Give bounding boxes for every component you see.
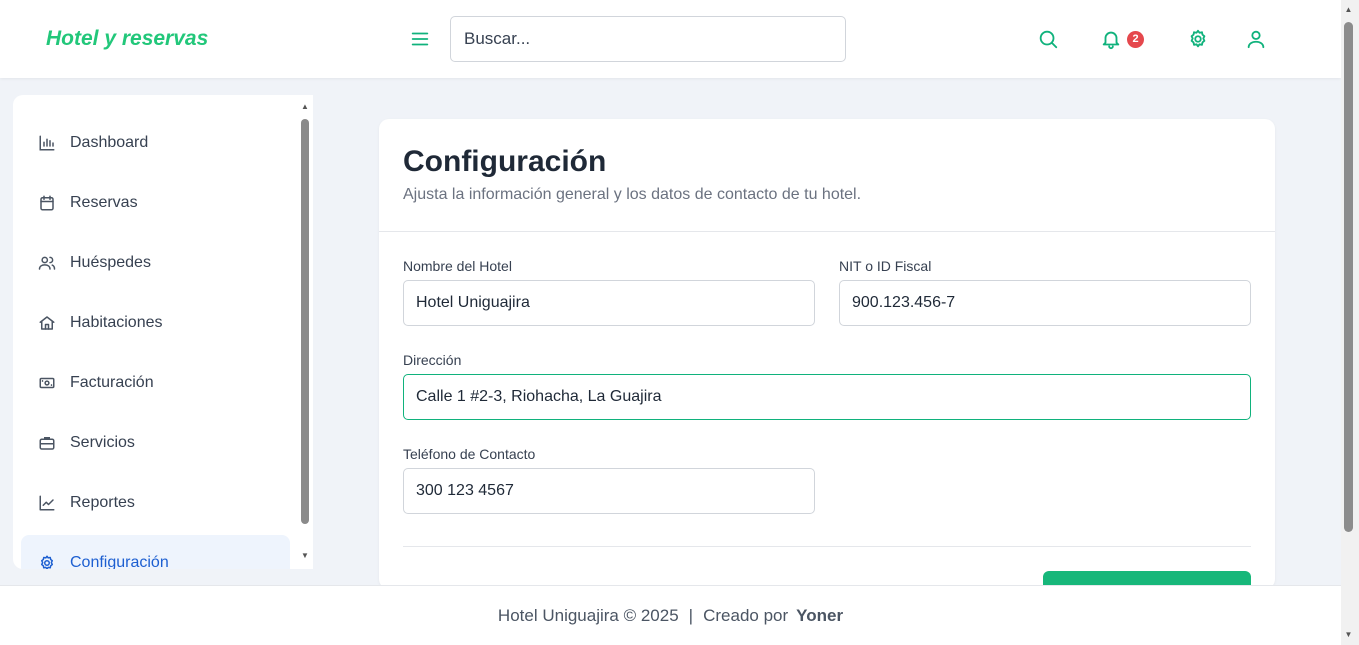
sidebar-item-servicios[interactable]: Servicios <box>21 418 290 468</box>
divider <box>379 231 1275 232</box>
calendar-icon <box>38 194 56 212</box>
hotel-name-label: Nombre del Hotel <box>403 258 512 274</box>
sidebar-item-label: Huéspedes <box>70 254 151 271</box>
users-icon <box>38 254 56 272</box>
sidebar-item-huespedes[interactable]: Huéspedes <box>21 238 290 288</box>
tax-id-field[interactable] <box>839 280 1251 326</box>
brand-logo[interactable]: Hotel y reservas <box>46 27 208 51</box>
sidebar-item-habitaciones[interactable]: Habitaciones <box>21 298 290 348</box>
divider <box>403 546 1251 547</box>
sidebar-item-reportes[interactable]: Reportes <box>21 478 290 528</box>
footer-separator: | <box>688 605 694 625</box>
footer-copyright: Hotel Uniguajira © 2025 <box>497 605 679 625</box>
sidebar-item-label: Servicios <box>70 434 135 451</box>
sidebar-item-label: Dashboard <box>70 134 149 151</box>
menu-icon[interactable] <box>409 28 431 50</box>
sidebar-item-configuracion[interactable]: Configuración <box>21 535 290 569</box>
notification-badge: 2 <box>1127 31 1144 48</box>
sidebar-item-dashboard[interactable]: Dashboard <box>21 118 290 168</box>
top-navbar: Hotel y reservas 2 <box>0 0 1341 78</box>
sidebar-item-reservas[interactable]: Reservas <box>21 178 290 228</box>
home-icon <box>38 314 56 332</box>
briefcase-icon <box>38 434 56 452</box>
search-icon[interactable] <box>1037 28 1059 50</box>
page-subtitle: Ajusta la información general y los dato… <box>403 186 862 203</box>
sidebar-scrollbar-thumb[interactable] <box>301 119 309 524</box>
sidebar-item-label: Habitaciones <box>70 314 163 331</box>
trend-icon <box>38 494 56 512</box>
sidebar-item-label: Facturación <box>70 374 154 391</box>
page-scrollbar[interactable]: ▲ ▼ <box>1341 0 1359 645</box>
sidebar-item-label: Reservas <box>70 194 138 211</box>
phone-field[interactable] <box>403 468 815 514</box>
gear-icon <box>38 554 56 569</box>
hotel-name-field[interactable] <box>403 280 815 326</box>
sidebar-item-facturacion[interactable]: Facturación <box>21 358 290 408</box>
gear-icon[interactable] <box>1187 28 1209 50</box>
settings-card: Configuración Ajusta la información gene… <box>379 119 1275 589</box>
page-scroll-up[interactable]: ▲ <box>1344 6 1353 14</box>
page-scroll-down[interactable]: ▼ <box>1344 631 1353 639</box>
sidebar-item-label: Reportes <box>70 494 135 511</box>
search-input[interactable] <box>450 16 846 62</box>
sidebar-item-label: Configuración <box>70 554 169 569</box>
sidebar-scroll-down[interactable]: ▼ <box>301 552 309 560</box>
footer: Hotel Uniguajira © 2025 | Creado por Yon… <box>0 585 1341 645</box>
page-title: Configuración <box>403 145 607 178</box>
footer-created-by: Creado por <box>703 605 789 625</box>
tax-id-label: NIT o ID Fiscal <box>839 258 932 274</box>
user-icon[interactable] <box>1245 28 1267 50</box>
bell-icon[interactable] <box>1100 28 1122 50</box>
sidebar: Dashboard Reservas Huéspedes Habitacione… <box>13 95 313 569</box>
address-label: Dirección <box>403 352 462 368</box>
page-scrollbar-thumb[interactable] <box>1344 22 1353 532</box>
footer-author: Yoner <box>796 605 844 625</box>
sidebar-scroll-up[interactable]: ▲ <box>301 103 309 111</box>
bar-chart-icon <box>38 134 56 152</box>
address-field[interactable] <box>403 374 1251 420</box>
cash-icon <box>38 374 56 392</box>
phone-label: Teléfono de Contacto <box>403 446 536 462</box>
